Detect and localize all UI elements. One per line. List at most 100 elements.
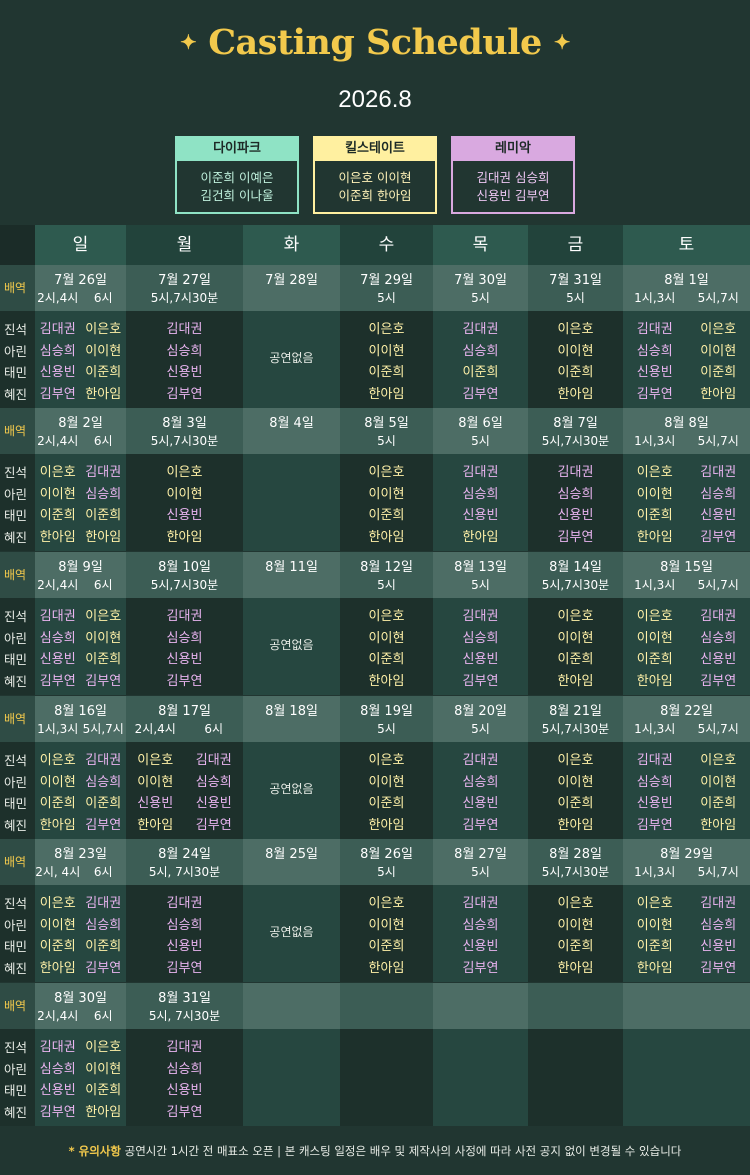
cast-cell: 이은호 이이현 이준희 한아임	[340, 742, 433, 839]
cast-name: 한아임	[368, 673, 405, 689]
cast-name: 한아임	[700, 386, 737, 402]
cast-name: 김부연	[636, 817, 673, 833]
date-cell: 8월 7일 5시,7시30분	[528, 408, 623, 454]
date-cell	[340, 983, 433, 1029]
team-card-2: 킬스테이트 이은호 이이현 이준희 한아임	[313, 136, 437, 214]
showtime: 1시,3시	[37, 722, 79, 736]
cast-name: 김대권	[462, 896, 499, 911]
corner-cell	[0, 225, 35, 265]
cast-name: 김부연	[85, 817, 122, 833]
role-label: 아린	[4, 917, 28, 933]
showtime: 5시	[377, 722, 396, 736]
page-title: ✦ Casting Schedule ✦	[0, 22, 750, 63]
showtime: 6시	[93, 1009, 113, 1023]
cast-list: 김대권 심승희 신용빈 김부연	[433, 606, 528, 692]
cast-list: 이은호 이이현 이준희 한아임	[528, 893, 623, 979]
cast-name: 심승희	[462, 917, 499, 933]
cast-name: 이준희	[39, 508, 76, 523]
sparkle-icon: ✦	[553, 29, 571, 54]
cast-name: 한아임	[137, 817, 174, 833]
cast-name: 김대권	[700, 896, 737, 911]
cast-cell: 이은호 이이현 신용빈 한아임	[126, 454, 243, 551]
cast-name: 김부연	[166, 386, 203, 402]
cast-name: 김대권	[39, 322, 76, 337]
cast-name: 이이현	[368, 486, 405, 502]
cast-list: 이은호 이이현 신용빈 한아임	[126, 462, 243, 548]
cast-name: 이준희	[636, 939, 673, 954]
cast-name: 김대권	[462, 753, 499, 768]
cast-cell: 이은호 이이현 이준희 한아임 김대권 심승희 신용빈 김부연	[623, 454, 750, 551]
cast-name: 이준희	[557, 796, 594, 811]
role-labels: 진석 아린 태민 혜진	[0, 742, 35, 839]
cast-name: 이은호	[368, 322, 405, 337]
cast-name: 심승희	[195, 774, 232, 790]
date-cell: 8월 11일	[243, 552, 340, 598]
cast-name: 한아임	[39, 960, 76, 976]
date-text: 8월 30일	[54, 991, 107, 1006]
showtime: 5시,7시	[697, 722, 739, 736]
cast-name: 한아임	[557, 673, 594, 689]
date-text: 8월 18일	[265, 704, 318, 719]
date-row: 배역 8월 30일 2시,4시 6시 8월 31일 5시, 7시30분	[0, 983, 750, 1029]
date-text: 8월 14일	[549, 560, 602, 575]
cast-name: 이이현	[39, 486, 76, 502]
cast-name: 이준희	[557, 365, 594, 380]
cast-list: 김대권 심승희 신용빈 김부연	[35, 1037, 81, 1123]
cast-name: 이은호	[85, 609, 122, 624]
cast-name: 이은호	[700, 322, 737, 337]
date-text: 8월 15일	[660, 560, 713, 575]
cast-name: 이이현	[557, 630, 594, 646]
role-label: 아린	[4, 630, 28, 646]
showtime: 5시	[471, 722, 490, 736]
cast-name: 한아임	[368, 386, 405, 402]
cast-name: 김대권	[700, 465, 737, 480]
cast-list: 김대권 심승희 이준희 김부연	[81, 893, 127, 979]
cast-name: 이준희	[368, 796, 405, 811]
cast-row: 진석 아린 태민 혜진 이은호 이이현 이준희 한아임 김대권 심승희 이준희 한아임 이은호 이이현 신용…	[0, 454, 750, 551]
date-cell: 8월 15일 1시,3시 5시,7시	[623, 552, 750, 598]
cast-cell: 김대권 심승희 신용빈 김부연 이은호 이이현 이준희 김부연	[35, 598, 126, 695]
cast-cell: 이은호 이이현 이준희 한아임	[528, 885, 623, 982]
showtime: 1시,3시	[634, 865, 676, 879]
cast-cell: 김대권 심승희 신용빈 김부연	[126, 311, 243, 408]
showtime: 2시,4시	[37, 578, 79, 592]
role-label: 태민	[4, 796, 28, 811]
cast-cell: 이은호 이이현 이준희 한아임	[340, 454, 433, 551]
cast-name: 심승희	[557, 486, 594, 502]
cast-name: 신용빈	[166, 508, 203, 523]
cast-cell: 김대권 심승희 신용빈 김부연	[433, 742, 528, 839]
date-text: 8월 22일	[660, 704, 713, 719]
cast-name: 이준희	[636, 508, 673, 523]
day-header: 금	[528, 225, 623, 265]
cast-row: 진석 아린 태민 혜진 김대권 심승희 신용빈 김부연 이은호 이이현 이준희 김부연 김대권 심승희 신용…	[0, 598, 750, 695]
cast-name: 신용빈	[166, 939, 203, 954]
cast-name: 신용빈	[462, 652, 499, 667]
date-text: 8월 7일	[553, 416, 598, 431]
cast-name: 이준희	[85, 796, 122, 811]
showtime: 6시	[93, 434, 113, 448]
row-label: 배역	[0, 265, 35, 311]
cast-name: 이은호	[137, 753, 174, 768]
header: ✦ Casting Schedule ✦ 2026.8 다이파크 이준희 이예은 김…	[0, 0, 750, 225]
cast-cell	[243, 1029, 340, 1126]
cast-name: 이은호	[557, 609, 594, 624]
cast-cell: 공연없음	[243, 311, 340, 408]
team-members-line: 김대권 심승희	[476, 170, 550, 185]
cast-name: 이이현	[557, 774, 594, 790]
cast-name: 한아임	[166, 529, 203, 545]
cast-name: 김부연	[462, 960, 499, 976]
cast-name: 이이현	[39, 917, 76, 933]
cast-list: 김대권 심승희 이준희 김부연	[81, 750, 127, 836]
cast-cell	[340, 1029, 433, 1126]
cast-row: 진석 아린 태민 혜진 이은호 이이현 이준희 한아임 김대권 심승희 이준희 김부연 김대권 심승희 신용…	[0, 885, 750, 982]
showtime: 5시	[471, 578, 490, 592]
date-text: 8월 17일	[158, 704, 211, 719]
cast-name: 김대권	[166, 322, 203, 337]
team-members: 이준희 이예은 김건희 이나울	[175, 161, 299, 214]
cast-name: 이은호	[166, 465, 203, 480]
cast-list: 이은호 이이현 이준희 한아임	[35, 893, 81, 979]
cast-list: 이은호 이이현 이준희 한아임	[623, 606, 687, 692]
showtime: 1시,3시	[634, 434, 676, 448]
cast-name: 심승희	[166, 1061, 203, 1077]
cast-cell: 이은호 이이현 이준희 한아임 김대권 심승희 신용빈 김부연	[623, 885, 750, 982]
